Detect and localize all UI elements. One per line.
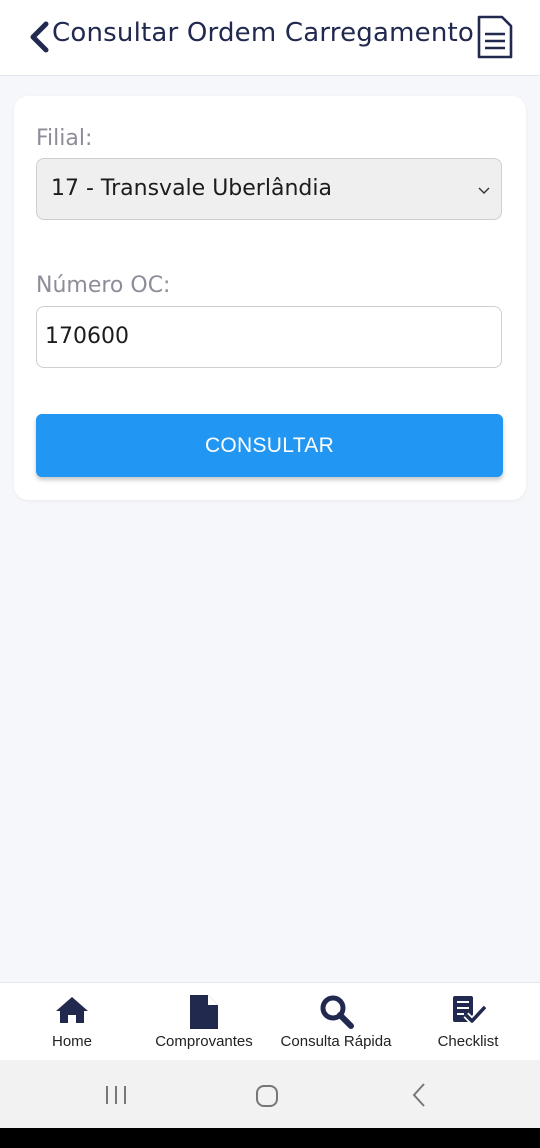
filial-label: Filial:: [36, 126, 93, 151]
back-icon[interactable]: [26, 20, 54, 54]
tab-home[interactable]: Home: [22, 983, 122, 1061]
tab-home-label: Home: [51, 1033, 92, 1050]
tab-checklist[interactable]: Checklist: [420, 983, 516, 1061]
tab-consulta-rapida[interactable]: Consulta Rápida: [272, 983, 400, 1061]
numero-oc-input[interactable]: 170600: [36, 306, 502, 368]
bottom-edge: [0, 1128, 540, 1148]
system-nav-bar: [0, 1060, 540, 1128]
search-form-card: Filial: 17 - Transvale Uberlândia Número…: [14, 96, 526, 500]
tab-checklist-label: Checklist: [437, 1033, 499, 1050]
numero-oc-label: Número OC:: [36, 273, 171, 298]
recent-apps-icon[interactable]: [104, 1084, 130, 1106]
page-title: Consultar Ordem Carregamento: [52, 18, 475, 48]
tab-consulta-rapida-label: Consulta Rápida: [280, 1033, 392, 1050]
tab-comprovantes[interactable]: Comprovantes: [144, 983, 264, 1061]
document-list-icon[interactable]: [476, 15, 514, 59]
consultar-button[interactable]: CONSULTAR: [36, 414, 503, 477]
checklist-icon: [453, 996, 486, 1025]
filial-selected-value: 17 - Transvale Uberlândia: [51, 176, 332, 201]
numero-oc-value: 170600: [45, 324, 129, 349]
home-button-icon[interactable]: [255, 1084, 279, 1108]
app-header: Consultar Ordem Carregamento: [0, 0, 540, 76]
search-icon: [320, 995, 354, 1029]
chevron-down-icon: [478, 187, 490, 194]
bottom-tab-bar: Home Comprovantes Consulta Rápida Checkl…: [0, 982, 540, 1061]
document-icon: [190, 995, 218, 1029]
system-back-icon[interactable]: [410, 1082, 430, 1108]
tab-comprovantes-label: Comprovantes: [155, 1033, 253, 1050]
filial-select[interactable]: 17 - Transvale Uberlândia: [36, 158, 502, 220]
home-icon: [56, 997, 88, 1023]
